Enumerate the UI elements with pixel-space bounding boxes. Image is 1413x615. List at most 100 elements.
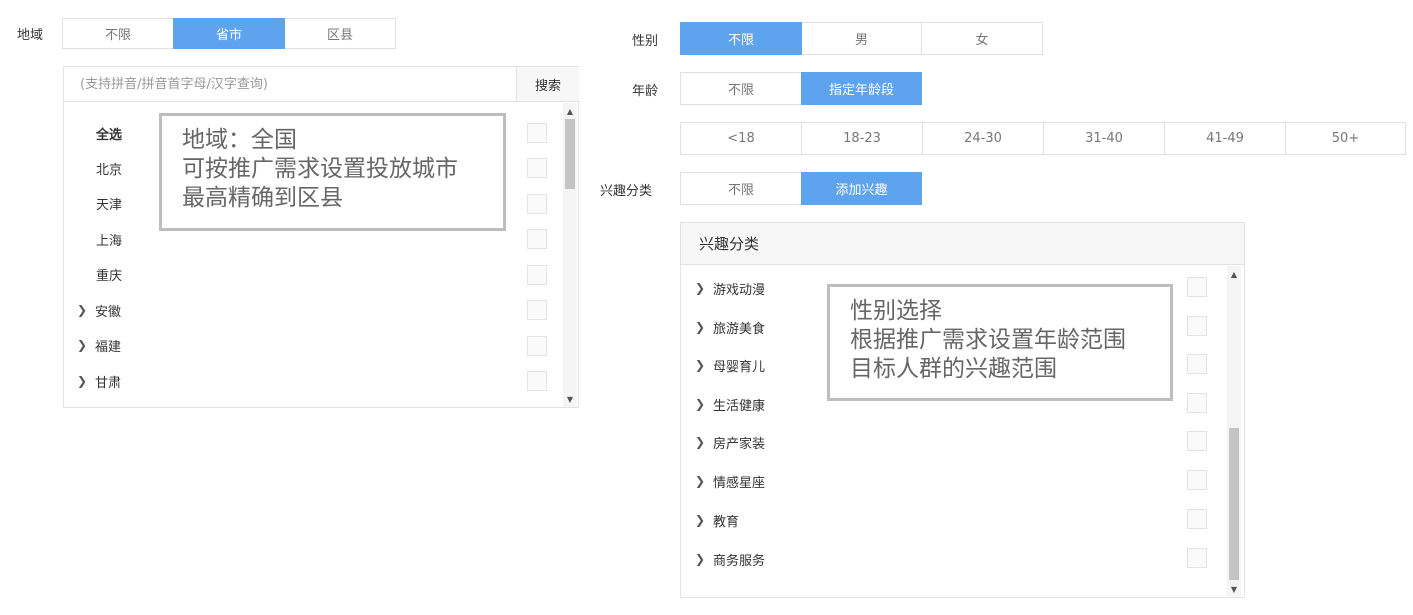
tooltip-line: 目标人群的兴趣范围: [850, 356, 1057, 382]
region-checkbox[interactable]: [527, 229, 547, 249]
interest-item-label: 旅游美食: [713, 321, 766, 337]
region-option-province[interactable]: 省市: [173, 18, 285, 49]
age-range-24-30[interactable]: 24-30: [922, 122, 1044, 155]
region-checkbox[interactable]: [527, 300, 547, 320]
region-item-label: 上海: [96, 233, 123, 249]
region-item-label: 北京: [96, 162, 123, 178]
chevron-right-icon[interactable]: ❯: [695, 435, 713, 449]
chevron-right-icon[interactable]: ❯: [695, 397, 713, 411]
interest-checkbox[interactable]: [1187, 470, 1207, 490]
interest-item-label: 游戏动漫: [713, 282, 766, 298]
region-item-fujian[interactable]: ❯ 福建: [77, 334, 121, 356]
interest-checkbox[interactable]: [1187, 393, 1207, 413]
region-option-unlimited[interactable]: 不限: [62, 18, 174, 49]
age-label: 年龄: [632, 84, 659, 99]
region-option-county[interactable]: 区县: [284, 18, 396, 49]
chevron-right-icon[interactable]: ❯: [695, 358, 713, 372]
age-option-custom[interactable]: 指定年龄段: [801, 72, 922, 105]
interest-item-label: 教育: [713, 514, 740, 530]
interest-option-unlimited[interactable]: 不限: [680, 172, 802, 205]
tooltip-line: 根据推广需求设置年龄范围: [850, 327, 1126, 353]
targeting-tooltip: 性别选择 根据推广需求设置年龄范围 目标人群的兴趣范围: [827, 284, 1173, 401]
region-checkbox[interactable]: [527, 123, 547, 143]
region-search-bar: 搜索: [64, 67, 579, 102]
chevron-right-icon[interactable]: ❯: [695, 474, 713, 488]
region-checkbox[interactable]: [527, 265, 547, 285]
interest-item-label: 生活健康: [713, 398, 766, 414]
interest-panel: 兴趣分类 ❯ 游戏动漫 ❯ 旅游美食 ❯ 母婴育儿 ❯ 生活健康 ❯ 房产家装 …: [680, 222, 1245, 598]
age-range-options: <18 18-23 24-30 31-40 41-49 50+: [680, 122, 1406, 155]
age-range-18-23[interactable]: 18-23: [801, 122, 923, 155]
region-checkbox[interactable]: [527, 371, 547, 391]
age-range-50-plus[interactable]: 50+: [1285, 122, 1406, 155]
interest-checkbox[interactable]: [1187, 548, 1207, 568]
triangle-up-icon[interactable]: ▲: [563, 105, 577, 117]
region-item-beijing[interactable]: 北京: [96, 157, 122, 179]
interest-checkbox[interactable]: [1187, 431, 1207, 451]
interest-option-add[interactable]: 添加兴趣: [801, 172, 922, 205]
region-item-chongqing[interactable]: 重庆: [96, 263, 122, 285]
interest-scrollbar[interactable]: ▲ ▼: [1227, 266, 1241, 597]
interest-label: 兴趣分类: [600, 184, 653, 199]
tooltip-line: 最高精确到区县: [182, 185, 343, 211]
triangle-down-icon[interactable]: ▼: [563, 393, 577, 405]
chevron-right-icon[interactable]: ❯: [695, 281, 713, 295]
region-options: 不限 省市 区县: [62, 18, 396, 49]
gender-option-unlimited[interactable]: 不限: [680, 22, 802, 55]
region-item-label: 重庆: [96, 268, 123, 284]
triangle-up-icon[interactable]: ▲: [1227, 268, 1241, 280]
chevron-right-icon[interactable]: ❯: [695, 552, 713, 566]
chevron-right-icon[interactable]: ❯: [695, 513, 713, 527]
gender-option-female[interactable]: 女: [921, 22, 1043, 55]
gender-options: 不限 男 女: [680, 22, 1043, 55]
interest-item-health[interactable]: ❯ 生活健康: [695, 393, 765, 415]
region-checkbox[interactable]: [527, 336, 547, 356]
interest-item-label: 房产家装: [713, 436, 766, 452]
interest-item-label: 商务服务: [713, 553, 766, 569]
region-item-label: 安徽: [95, 304, 122, 320]
age-option-unlimited[interactable]: 不限: [680, 72, 802, 105]
interest-scrollbar-thumb[interactable]: [1229, 428, 1239, 580]
interest-checkbox[interactable]: [1187, 316, 1207, 336]
interest-item-parenting[interactable]: ❯ 母婴育儿: [695, 354, 765, 376]
interest-item-business[interactable]: ❯ 商务服务: [695, 548, 765, 570]
interest-panel-title: 兴趣分类: [681, 223, 1244, 265]
region-checkbox[interactable]: [527, 158, 547, 178]
region-tooltip: 地域：全国 可按推广需求设置投放城市 最高精确到区县: [159, 113, 506, 231]
region-item-anhui[interactable]: ❯ 安徽: [77, 299, 121, 321]
region-label: 地域: [17, 28, 44, 43]
interest-checkbox[interactable]: [1187, 277, 1207, 297]
region-scrollbar-thumb[interactable]: [565, 119, 575, 189]
age-options: 不限 指定年龄段: [680, 72, 922, 105]
region-checkbox[interactable]: [527, 194, 547, 214]
interest-options: 不限 添加兴趣: [680, 172, 922, 205]
interest-item-home[interactable]: ❯ 房产家装: [695, 431, 765, 453]
chevron-right-icon[interactable]: ❯: [695, 320, 713, 334]
age-range-41-49[interactable]: 41-49: [1164, 122, 1286, 155]
region-item-label: 甘肃: [95, 375, 122, 391]
tooltip-line: 地域：全国: [182, 127, 297, 153]
gender-option-male[interactable]: 男: [801, 22, 922, 55]
interest-item-education[interactable]: ❯ 教育: [695, 509, 739, 531]
interest-checkbox[interactable]: [1187, 509, 1207, 529]
chevron-right-icon[interactable]: ❯: [77, 338, 95, 352]
gender-label: 性别: [632, 34, 659, 49]
age-range-31-40[interactable]: 31-40: [1043, 122, 1165, 155]
chevron-right-icon[interactable]: ❯: [77, 374, 95, 388]
region-item-gansu[interactable]: ❯ 甘肃: [77, 370, 121, 392]
interest-item-travel[interactable]: ❯ 旅游美食: [695, 316, 765, 338]
interest-checkbox[interactable]: [1187, 354, 1207, 374]
region-search-input[interactable]: [64, 67, 516, 101]
interest-item-label: 母婴育儿: [713, 359, 766, 375]
age-range-under-18[interactable]: <18: [680, 122, 802, 155]
interest-item-emotion[interactable]: ❯ 情感星座: [695, 470, 765, 492]
region-search-button[interactable]: 搜索: [516, 67, 579, 101]
triangle-down-icon[interactable]: ▼: [1227, 583, 1241, 595]
region-item-tianjin[interactable]: 天津: [96, 192, 122, 214]
region-item-select-all[interactable]: 全选: [96, 122, 122, 144]
region-scrollbar[interactable]: ▲ ▼: [563, 103, 577, 407]
chevron-right-icon[interactable]: ❯: [77, 303, 95, 317]
region-item-shanghai[interactable]: 上海: [96, 228, 122, 250]
region-item-label: 全选: [96, 127, 123, 143]
interest-item-games[interactable]: ❯ 游戏动漫: [695, 277, 765, 299]
